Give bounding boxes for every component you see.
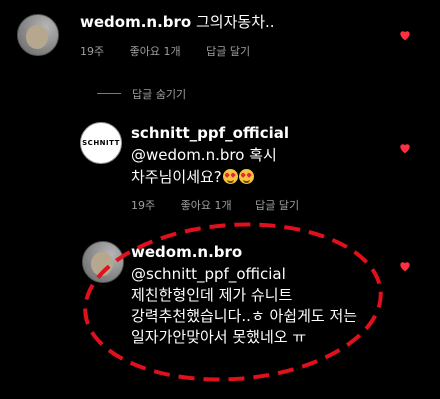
highlight-annotation xyxy=(83,222,383,382)
